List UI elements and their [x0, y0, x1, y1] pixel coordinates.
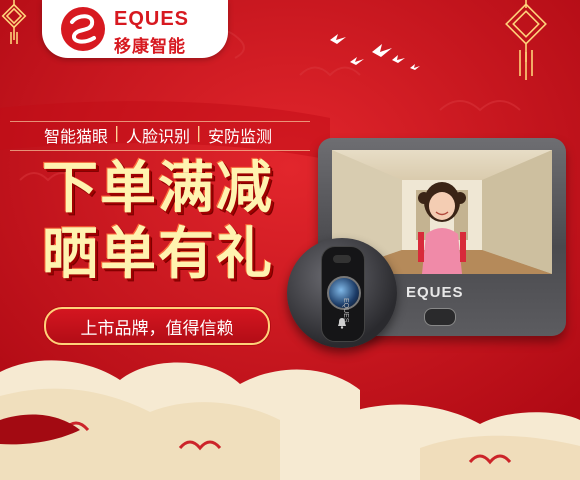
tagline-separator: |	[114, 123, 120, 142]
feature-tagline: 智能猫眼 | 人脸识别 | 安防监测	[10, 121, 310, 151]
brand-logo[interactable]: EQUES 移康智能	[42, 0, 228, 58]
monitor-home-button[interactable]	[424, 308, 456, 326]
brand-name-en: EQUES	[114, 8, 190, 30]
peephole-sensor	[333, 255, 351, 263]
tagline-item: 智能猫眼	[44, 127, 109, 146]
tagline-item: 人脸识别	[126, 127, 191, 146]
headline-line-1: 下单满减	[42, 156, 274, 221]
trust-pill-label: 上市品牌，值得信赖	[80, 319, 234, 339]
tagline-separator: |	[196, 123, 202, 142]
headline-line-2: 晒单有礼	[42, 222, 274, 287]
monitor-brand: EQUES	[406, 284, 464, 301]
trust-pill[interactable]: 上市品牌，值得信赖	[44, 307, 270, 345]
eques-logo-icon	[61, 7, 105, 51]
tagline-item: 安防监测	[208, 127, 273, 146]
banner: EQUES 移康智能 智能猫眼 | 人脸识别 | 安防监测 下单满减 晒单有礼 …	[0, 0, 580, 480]
peephole-camera: EQUES	[287, 238, 397, 348]
brand-name-cn: 移康智能	[114, 37, 186, 57]
peephole-brand: EQUES	[342, 298, 349, 323]
